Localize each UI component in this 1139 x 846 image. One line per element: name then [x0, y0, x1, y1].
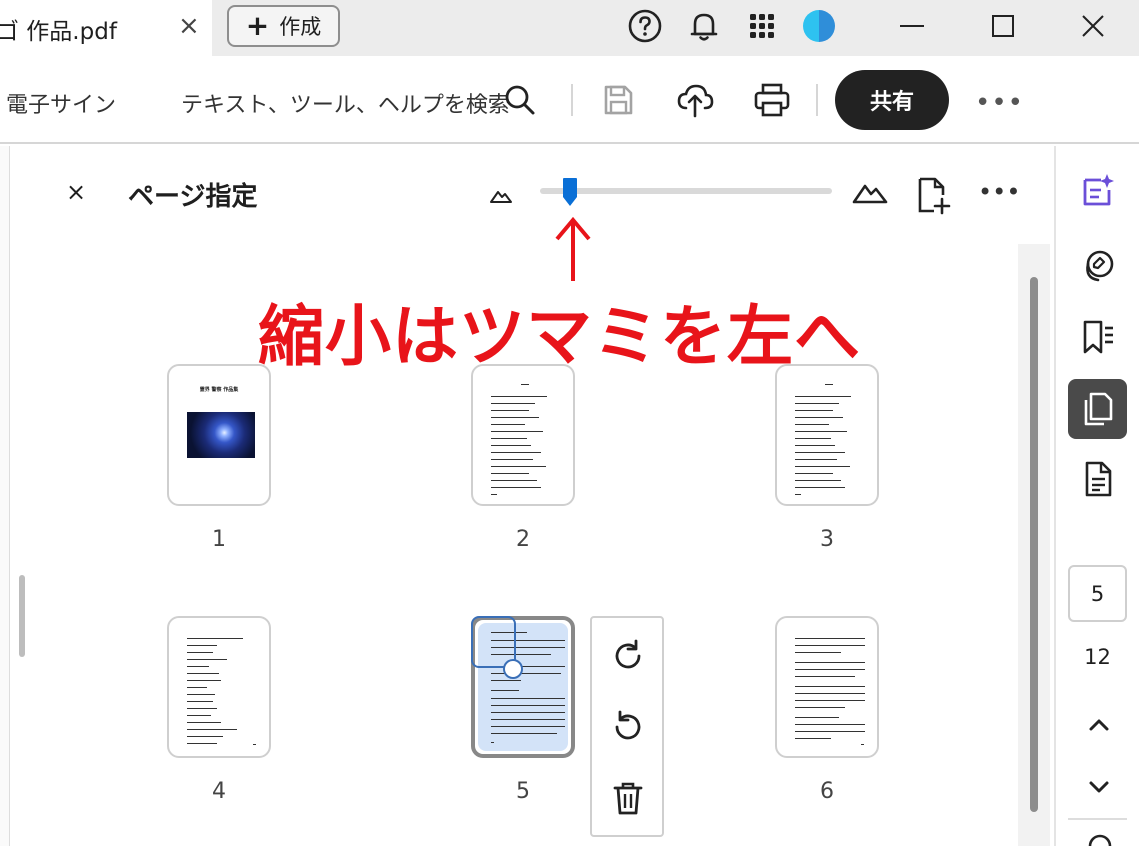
share-button[interactable]: 共有: [835, 70, 949, 130]
panel-title: ページ指定: [128, 182, 258, 212]
page-number-label: 1: [212, 527, 226, 552]
toolbar-divider: [816, 84, 818, 116]
ai-assistant-icon[interactable]: [1079, 172, 1117, 210]
create-button-label: 作成: [279, 15, 322, 39]
document-icon[interactable]: [1079, 460, 1117, 498]
apps-grid-icon[interactable]: [744, 8, 780, 44]
rail-divider: [1068, 818, 1127, 820]
total-pages-label: 12: [1084, 645, 1111, 669]
rotate-counterclockwise-icon[interactable]: [610, 709, 646, 745]
page-number-label: 2: [516, 527, 530, 552]
page-thumbnail-6[interactable]: [775, 616, 879, 758]
esign-menu[interactable]: 電子サイン: [6, 87, 116, 119]
delete-trash-icon[interactable]: [610, 780, 646, 816]
toolbar-more-icon[interactable]: •••: [975, 88, 1024, 118]
bookmark-icon[interactable]: [1079, 318, 1117, 356]
help-icon[interactable]: [627, 8, 663, 44]
title-bar: ゴ 作品.pdf × + 作成: [0, 0, 1139, 56]
page-thumbnail-3[interactable]: [775, 364, 879, 506]
page-number-label: 5: [516, 779, 530, 804]
rotate-clockwise-icon[interactable]: [610, 638, 646, 674]
current-page-input[interactable]: 5: [1068, 565, 1127, 622]
zoom-in-thumbnail-icon[interactable]: [852, 181, 888, 205]
previous-page-chevron-up-icon[interactable]: [1086, 712, 1112, 738]
cover-image: [187, 412, 255, 458]
maximize-icon[interactable]: [983, 6, 1023, 46]
page-number-label: 4: [212, 779, 226, 804]
comment-icon[interactable]: [1079, 248, 1117, 286]
left-scrollbar[interactable]: [19, 575, 25, 657]
window-close-icon[interactable]: [1073, 6, 1113, 46]
plus-icon: +: [245, 9, 270, 42]
left-pane-edge: [0, 146, 10, 846]
panel-close-icon[interactable]: ×: [66, 178, 86, 206]
page-thumbnail-2[interactable]: [471, 364, 575, 506]
cover-title: 霊界 警察 作品集: [199, 387, 239, 393]
slider-thumb[interactable]: [562, 177, 578, 207]
page-thumbnails-icon[interactable]: [1079, 390, 1117, 428]
search-box[interactable]: テキスト、ツール、ヘルプを検索: [181, 87, 510, 119]
print-icon[interactable]: [752, 80, 792, 120]
zoom-icon[interactable]: [1084, 832, 1116, 846]
page-thumbnail-4[interactable]: [167, 616, 271, 758]
document-tab[interactable]: ゴ 作品.pdf ×: [0, 0, 212, 56]
next-page-chevron-down-icon[interactable]: [1086, 774, 1112, 800]
search-icon[interactable]: [503, 83, 537, 117]
annotation-arrow-icon: [555, 216, 591, 281]
main-toolbar: 電子サイン テキスト、ツール、ヘルプを検索 共有 •••: [0, 56, 1139, 144]
tab-close-icon[interactable]: ×: [178, 11, 200, 41]
thumbnail-size-slider[interactable]: [540, 188, 832, 194]
page-actions-popover: [590, 616, 664, 837]
save-icon[interactable]: [598, 80, 638, 120]
document-tab-title: ゴ 作品.pdf: [0, 19, 117, 45]
insert-page-icon[interactable]: [916, 175, 952, 215]
page-thumbnail-1[interactable]: 霊界 警察 作品集: [167, 364, 271, 506]
page-number-label: 6: [820, 779, 834, 804]
create-button[interactable]: + 作成: [227, 5, 340, 47]
cloud-upload-icon[interactable]: [675, 80, 715, 120]
minimize-icon[interactable]: [892, 6, 932, 46]
toolbar-divider: [571, 84, 573, 116]
page-number-label: 3: [820, 527, 834, 552]
panel-more-icon[interactable]: •••: [978, 178, 1020, 206]
user-avatar[interactable]: [803, 10, 835, 42]
zoom-out-thumbnail-icon[interactable]: [489, 188, 513, 204]
bell-icon[interactable]: [686, 8, 722, 44]
thumbnail-scrollbar[interactable]: [1030, 277, 1038, 812]
selection-handle[interactable]: [503, 659, 523, 679]
